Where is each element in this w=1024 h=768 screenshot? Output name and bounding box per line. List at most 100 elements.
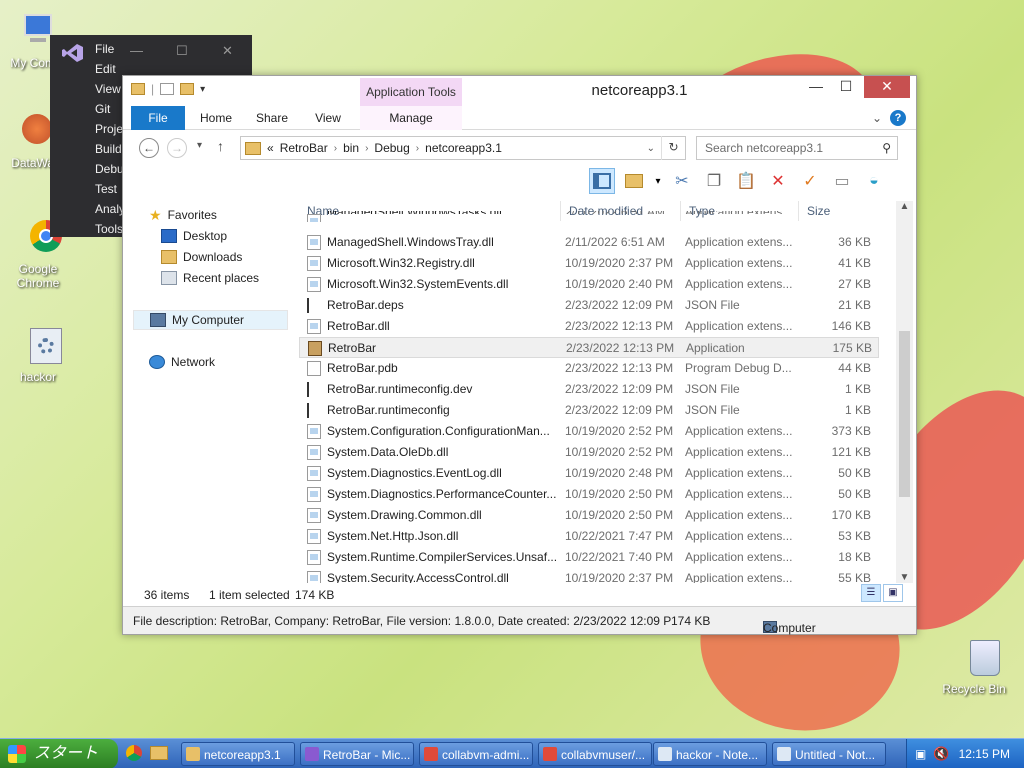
nav-downloads[interactable]: Downloads <box>161 247 242 267</box>
file-row[interactable]: Microsoft.Win32.SystemEvents.dll 10/19/20… <box>299 274 879 295</box>
taskbar-button[interactable]: Untitled - Not... <box>772 742 886 766</box>
breadcrumb-netcoreapp[interactable]: netcoreapp3.1 <box>425 141 502 155</box>
recent-locations-icon[interactable]: ▾ <box>197 140 202 151</box>
file-row[interactable]: RetroBar.dll 2/23/2022 12:13 PM Applicatio… <box>299 316 879 337</box>
forward-button[interactable]: → <box>167 138 187 158</box>
file-type: Program Debug D... <box>685 361 792 375</box>
vs-menu-file[interactable]: File <box>95 39 125 59</box>
breadcrumb-retrobar[interactable]: RetroBar <box>280 141 328 155</box>
breadcrumb-separator-icon[interactable]: › <box>365 143 368 154</box>
volume-muted-icon[interactable]: 🔇 <box>933 746 949 762</box>
nav-recent-places[interactable]: Recent places <box>161 268 259 288</box>
paste-icon[interactable]: 📋 <box>733 168 759 194</box>
start-label: スタート <box>34 745 99 762</box>
cut-icon[interactable]: ✂ <box>669 168 695 194</box>
back-button[interactable]: ← <box>139 138 159 158</box>
delete-icon[interactable]: ✕ <box>765 168 791 194</box>
vs-menu-test[interactable]: Test <box>95 179 125 199</box>
nav-favorites[interactable]: ★ Favorites <box>149 205 217 225</box>
vs-menu-git[interactable]: Git <box>95 99 125 119</box>
vs-menu-analyze[interactable]: Analy <box>95 199 125 219</box>
clock[interactable]: 12:15 PM <box>959 747 1010 761</box>
file-row[interactable]: System.Security.AccessControl.dll 10/19/2… <box>299 568 879 583</box>
file-row[interactable]: RetroBar.pdb 2/23/2022 12:13 PM Program De… <box>299 358 879 379</box>
maximize-icon[interactable]: ☐ <box>176 43 188 59</box>
file-row[interactable]: System.Runtime.CompilerServices.Unsaf...… <box>299 547 879 568</box>
preview-pane-button[interactable] <box>589 168 615 194</box>
minimize-icon[interactable]: — <box>130 43 143 58</box>
large-icons-view-icon[interactable]: ▣ <box>883 584 903 602</box>
scroll-up-icon[interactable]: ▲ <box>896 201 913 212</box>
ribbon-tabs: File Home Share View Manage ⌄ ? <box>123 106 916 130</box>
taskbar-button[interactable]: netcoreapp3.1 <box>181 742 295 766</box>
file-row[interactable]: System.Drawing.Common.dll 10/19/2020 2:50… <box>299 505 879 526</box>
dll-file-icon <box>307 571 321 583</box>
address-row: ← → ▾ ↑ « RetroBar › bin › Debug › netco… <box>123 132 916 164</box>
vertical-scrollbar[interactable]: ▲ ▼ <box>896 201 913 583</box>
taskbar-button[interactable]: hackor - Note... <box>653 742 767 766</box>
vs-menu-build[interactable]: Build <box>95 139 125 159</box>
vs-menu-view[interactable]: View <box>95 79 125 99</box>
close-button[interactable]: ✕ <box>864 76 910 98</box>
file-row[interactable]: System.Diagnostics.EventLog.dll 10/19/202… <box>299 463 879 484</box>
file-row[interactable]: RetroBar.runtimeconfig.dev 2/23/2022 12:0… <box>299 379 879 400</box>
details-view-icon[interactable]: ☰ <box>861 584 881 602</box>
nav-my-computer[interactable]: My Computer <box>133 310 288 330</box>
breadcrumb-debug[interactable]: Debug <box>374 141 409 155</box>
file-row[interactable]: Microsoft.Win32.Registry.dll 10/19/2020 2… <box>299 253 879 274</box>
copy-icon[interactable]: ❐ <box>701 168 727 194</box>
shell-icon[interactable]: ◒ <box>861 168 887 194</box>
file-row[interactable]: System.Diagnostics.PerformanceCounter...… <box>299 484 879 505</box>
taskbar-button[interactable]: RetroBar - Mic... <box>300 742 414 766</box>
maximize-icon[interactable]: ☐ <box>832 76 860 98</box>
breadcrumb-separator-icon[interactable]: › <box>416 143 419 154</box>
explorer-quicklaunch-icon[interactable] <box>150 746 168 760</box>
file-type: Application extens... <box>685 235 793 249</box>
expand-ribbon-icon[interactable]: ⌄ <box>872 111 882 125</box>
file-row[interactable]: RetroBar.deps 2/23/2022 12:09 PM JSON File… <box>299 295 879 316</box>
vs-menu-project[interactable]: Proje <box>95 119 125 139</box>
breadcrumb-overflow[interactable]: « <box>267 141 274 155</box>
refresh-button[interactable]: ↻ <box>661 136 685 160</box>
help-icon[interactable]: ? <box>890 110 906 126</box>
tab-share[interactable]: Share <box>249 106 295 130</box>
desktop-icon-recycle-bin[interactable]: Recycle Bin <box>938 638 1010 696</box>
up-button[interactable]: ↑ <box>217 138 224 154</box>
vs-menu-debug[interactable]: Debu <box>95 159 125 179</box>
file-row[interactable]: ManagedShell.WindowsTray.dll 2/11/2022 6:… <box>299 232 879 253</box>
nav-network[interactable]: Network <box>149 352 215 372</box>
address-dropdown-icon[interactable]: ⌄ <box>647 143 655 154</box>
vs-menu-tools[interactable]: Tools <box>95 219 125 239</box>
address-bar[interactable]: « RetroBar › bin › Debug › netcoreapp3.1… <box>240 136 686 160</box>
chevron-down-icon[interactable]: ▾ <box>653 168 663 194</box>
tab-file[interactable]: File <box>131 106 185 130</box>
file-row[interactable]: System.Configuration.ConfigurationMan...… <box>299 421 879 442</box>
file-row[interactable]: RetroBar.runtimeconfig 2/23/2022 12:09 PM… <box>299 400 879 421</box>
taskbar-button[interactable]: collabvmuser/... <box>538 742 652 766</box>
dll-file-icon <box>307 256 321 271</box>
rename-icon[interactable]: ▭ <box>829 168 855 194</box>
vs-menu-edit[interactable]: Edit <box>95 59 125 79</box>
scrollbar-thumb[interactable] <box>899 331 910 497</box>
scroll-down-icon[interactable]: ▼ <box>896 572 913 583</box>
tab-manage[interactable]: Manage <box>360 106 462 130</box>
start-button[interactable]: スタート <box>0 739 118 768</box>
file-row[interactable]: RetroBar 2/23/2022 12:13 PM Application 175… <box>299 337 879 358</box>
network-tray-icon[interactable]: ▣ <box>915 747 926 761</box>
folder-options-button[interactable] <box>621 168 647 194</box>
chrome-quicklaunch-icon[interactable] <box>126 745 142 761</box>
desktop-icon-hackor[interactable]: hackor <box>2 326 74 384</box>
file-row[interactable]: System.Net.Http.Json.dll 10/22/2021 7:47 … <box>299 526 879 547</box>
check-icon[interactable]: ✓ <box>797 168 823 194</box>
close-icon[interactable]: ✕ <box>222 43 233 59</box>
file-row[interactable]: ManagedShell.WindowsTasks.dll 2/11/2022 6… <box>299 211 879 222</box>
breadcrumb-bin[interactable]: bin <box>343 141 359 155</box>
search-input[interactable]: Search netcoreapp3.1 ⚲ <box>696 136 898 160</box>
minimize-icon[interactable]: — <box>802 76 830 98</box>
tab-view[interactable]: View <box>305 106 351 130</box>
taskbar-button[interactable]: collabvm-admi... <box>419 742 533 766</box>
file-row[interactable]: System.Data.OleDb.dll 10/19/2020 2:52 PM A… <box>299 442 879 463</box>
nav-desktop[interactable]: Desktop <box>161 226 227 246</box>
breadcrumb-separator-icon[interactable]: › <box>334 143 337 154</box>
tab-home[interactable]: Home <box>193 106 239 130</box>
